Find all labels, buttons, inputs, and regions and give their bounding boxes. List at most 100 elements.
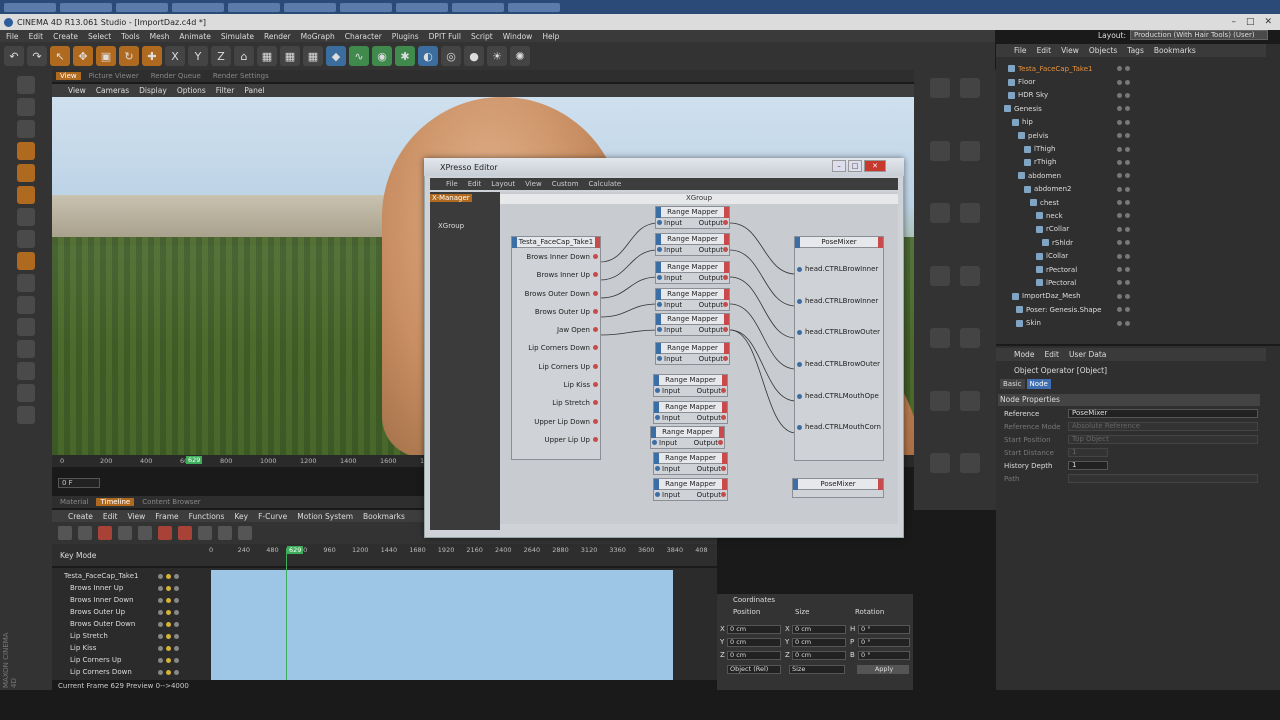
hair-icon[interactable]: ✺ — [510, 46, 530, 66]
menu-item[interactable]: Help — [542, 32, 559, 41]
spline-icon[interactable]: ∿ — [349, 46, 369, 66]
range-mapper-node[interactable]: Range Mapper Input Output — [653, 452, 728, 475]
om-menu-item[interactable]: Tags — [1127, 46, 1144, 55]
taskbar-item[interactable] — [508, 2, 560, 12]
viewport-tab[interactable]: Render Settings — [209, 72, 273, 80]
move-icon[interactable]: ✥ — [73, 46, 93, 66]
hair-tool-icon[interactable] — [930, 140, 950, 161]
menu-item[interactable]: Animate — [179, 32, 210, 41]
camera-icon[interactable]: ● — [464, 46, 484, 66]
taskbar-item[interactable] — [228, 2, 280, 12]
lock-icon[interactable] — [17, 340, 35, 358]
track-solo-icon[interactable] — [158, 669, 163, 675]
object-row[interactable]: Poser: Genesis.Shape — [1000, 303, 1260, 316]
make-editable-icon[interactable] — [17, 76, 35, 94]
viewport-tab[interactable]: View — [56, 72, 81, 80]
fcurve-mode-icon[interactable] — [78, 526, 92, 540]
output-port[interactable]: Upper Lip Down — [512, 413, 600, 431]
minimize-icon[interactable]: – — [832, 160, 846, 172]
om-menu-item[interactable]: Bookmarks — [1154, 46, 1196, 55]
hair-tool-icon[interactable] — [930, 328, 950, 349]
close-icon[interactable]: ✕ — [1264, 17, 1272, 27]
track-row[interactable]: Brows Outer Down — [56, 618, 206, 630]
attribute-field[interactable]: PoseMixer — [1068, 409, 1258, 418]
output-port[interactable]: Output — [699, 354, 723, 364]
track-row[interactable]: Lip Kiss — [56, 642, 206, 654]
object-row[interactable]: lThigh — [1000, 142, 1260, 155]
range-mapper-node[interactable]: Range Mapper Input Output — [655, 288, 730, 311]
track-visibility-icon[interactable] — [174, 657, 179, 663]
timeline-tab[interactable]: Material — [56, 498, 92, 506]
tab-node[interactable]: Node — [1026, 379, 1051, 389]
viewport-menu-item[interactable]: View — [68, 86, 86, 95]
connection-wire[interactable] — [729, 249, 797, 307]
animation-track-bar[interactable] — [211, 570, 673, 680]
timeline-menu-item[interactable]: F-Curve — [258, 512, 287, 521]
render-visibility-icon[interactable] — [1125, 159, 1130, 165]
rotation-field[interactable]: 0 ° — [858, 651, 910, 660]
om-menu-item[interactable]: View — [1061, 46, 1079, 55]
editor-visibility-icon[interactable] — [1117, 213, 1122, 219]
range-mapper-node[interactable]: Range Mapper Input Output — [650, 426, 725, 449]
hair-tool-icon[interactable] — [930, 453, 950, 474]
scene-icon[interactable]: ◎ — [441, 46, 461, 66]
nurbs-icon[interactable]: ◉ — [372, 46, 392, 66]
taskbar-item[interactable] — [284, 2, 336, 12]
attribute-field[interactable]: 1 — [1068, 461, 1108, 470]
light-icon[interactable]: ☀ — [487, 46, 507, 66]
track-row[interactable]: Lip Stretch — [56, 630, 206, 642]
object-row[interactable]: hip — [1000, 116, 1260, 129]
track-lock-icon[interactable] — [166, 621, 171, 627]
connection-wire[interactable] — [599, 329, 659, 336]
output-port[interactable]: Jaw Open — [512, 321, 600, 339]
scale-icon[interactable]: ▣ — [96, 46, 116, 66]
input-port[interactable]: Input — [662, 490, 680, 500]
xgroup-item[interactable]: XGroup — [438, 222, 464, 230]
attr-menu-item[interactable]: Mode — [1014, 350, 1034, 359]
track-lock-icon[interactable] — [166, 645, 171, 651]
timeline-menu-item[interactable]: Motion System — [297, 512, 353, 521]
track-solo-icon[interactable] — [158, 609, 163, 615]
viewport-menu-item[interactable]: Filter — [216, 86, 235, 95]
object-row[interactable]: rCollar — [1000, 223, 1260, 236]
object-row[interactable]: pelvis — [1000, 129, 1260, 142]
render-visibility-icon[interactable] — [1125, 200, 1130, 206]
brush-icon[interactable] — [17, 318, 35, 336]
object-row[interactable]: chest — [1000, 196, 1260, 209]
object-row[interactable]: rPectoral — [1000, 263, 1260, 276]
output-port[interactable]: Brows Outer Down — [512, 285, 600, 303]
editor-visibility-icon[interactable] — [1117, 106, 1122, 112]
xpresso-menu-item[interactable]: Custom — [552, 180, 579, 188]
layout-dropdown[interactable]: Production (With Hair Tools) (User) — [1130, 30, 1269, 40]
frame-input[interactable]: 0 F — [58, 478, 100, 488]
render-visibility-icon[interactable] — [1125, 240, 1130, 246]
timeline-menu-item[interactable]: Edit — [103, 512, 118, 521]
object-row[interactable]: lPectoral — [1000, 276, 1260, 289]
track-visibility-icon[interactable] — [174, 573, 179, 579]
object-row[interactable]: abdomen2 — [1000, 183, 1260, 196]
attr-menu-item[interactable]: Edit — [1044, 350, 1059, 359]
render-view-icon[interactable]: ▦ — [257, 46, 277, 66]
tab-basic[interactable]: Basic — [1000, 379, 1025, 389]
hair-tool-icon[interactable] — [930, 203, 950, 224]
taskbar-item[interactable] — [340, 2, 392, 12]
timeline-menu-item[interactable]: Frame — [155, 512, 178, 521]
output-port[interactable]: Output — [699, 218, 723, 228]
track-lock-icon[interactable] — [166, 585, 171, 591]
track-visibility-icon[interactable] — [174, 585, 179, 591]
connection-wire[interactable] — [729, 303, 797, 370]
render-visibility-icon[interactable] — [1125, 146, 1130, 152]
posemixer-node-2[interactable]: PoseMixer — [792, 478, 884, 498]
output-port[interactable]: Upper Lip Up — [512, 431, 600, 449]
track-solo-icon[interactable] — [158, 633, 163, 639]
menu-item[interactable]: File — [6, 32, 19, 41]
undo-icon[interactable]: ↶ — [4, 46, 24, 66]
attribute-field[interactable] — [1068, 474, 1258, 483]
array-icon[interactable]: ✱ — [395, 46, 415, 66]
track-visibility-icon[interactable] — [174, 669, 179, 675]
key-mode-icon[interactable] — [58, 526, 72, 540]
track-solo-icon[interactable] — [158, 597, 163, 603]
menu-item[interactable]: MoGraph — [301, 32, 335, 41]
input-port[interactable]: head.CTRLMouthOpe — [795, 381, 883, 413]
output-port[interactable]: Output — [699, 325, 723, 335]
